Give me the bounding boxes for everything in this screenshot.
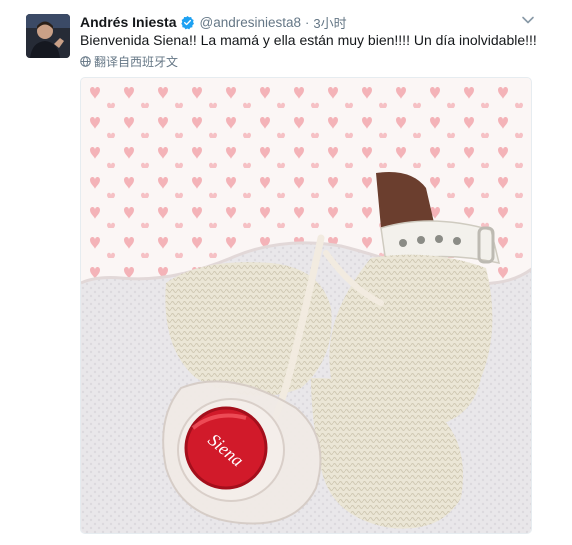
chevron-down-icon[interactable] <box>520 12 536 28</box>
separator: · <box>305 14 310 30</box>
avatar[interactable] <box>26 14 70 58</box>
translate-label: 翻译自西班牙文 <box>94 55 179 69</box>
translate-link[interactable]: 翻译自西班牙文 <box>80 53 178 70</box>
author-name[interactable]: Andrés Iniesta <box>80 14 176 30</box>
tweet-header: Andrés Iniesta @andresiniesta8 · 3小时 <box>80 12 347 32</box>
globe-icon <box>80 56 91 67</box>
tweet-text: Bienvenida Siena!! La mamá y ella están … <box>80 32 537 48</box>
timestamp[interactable]: 3小时 <box>313 13 346 32</box>
author-handle[interactable]: @andresiniesta8 <box>199 15 301 30</box>
tweet-photo[interactable]: Siena <box>80 77 532 534</box>
tweet-card: Andrés Iniesta @andresiniesta8 · 3小时 Bie… <box>0 0 572 545</box>
verified-badge-icon <box>180 15 195 30</box>
